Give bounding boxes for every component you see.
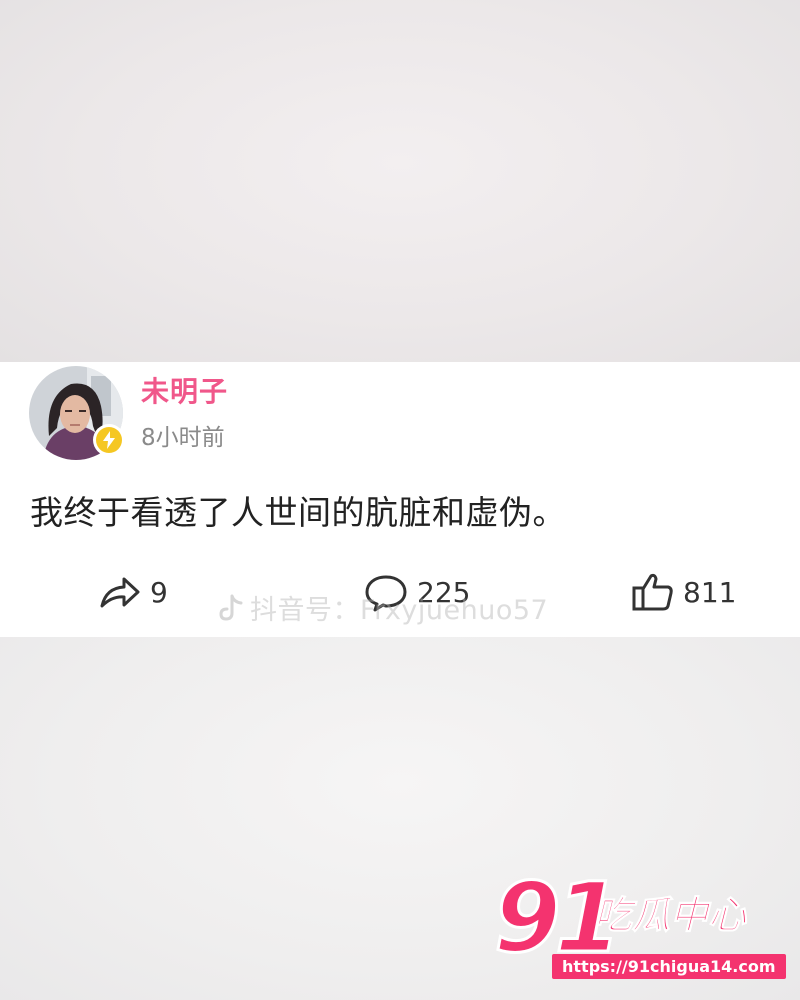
verified-badge	[93, 424, 125, 456]
douyin-watermark: 抖音号：Frxyjuehuo57	[218, 588, 548, 627]
blurred-background-top	[0, 0, 800, 362]
share-icon	[98, 572, 142, 612]
site-logo: 91 吃瓜中心 https://91chigua14.com	[493, 869, 786, 990]
watermark-text: 抖音号：Frxyjuehuo57	[250, 595, 549, 626]
logo-title: 吃瓜中心	[593, 893, 747, 937]
like-count: 811	[683, 575, 737, 609]
share-count: 9	[150, 575, 168, 609]
lightning-icon	[103, 431, 115, 449]
thumbs-up-icon	[631, 571, 675, 613]
username[interactable]: 未明子	[141, 370, 228, 410]
post-text: 我终于看透了人世间的肮脏和虚伪。	[30, 493, 566, 532]
logo-url: https://91chigua14.com	[552, 954, 786, 980]
share-button[interactable]: 9	[98, 572, 168, 612]
douyin-icon	[218, 594, 244, 622]
post-time: 8小时前	[141, 425, 225, 451]
post-card: 未明子 8小时前 我终于看透了人世间的肮脏和虚伪。 9 225 811 抖音号：…	[0, 362, 800, 637]
like-button[interactable]: 811	[631, 572, 736, 612]
